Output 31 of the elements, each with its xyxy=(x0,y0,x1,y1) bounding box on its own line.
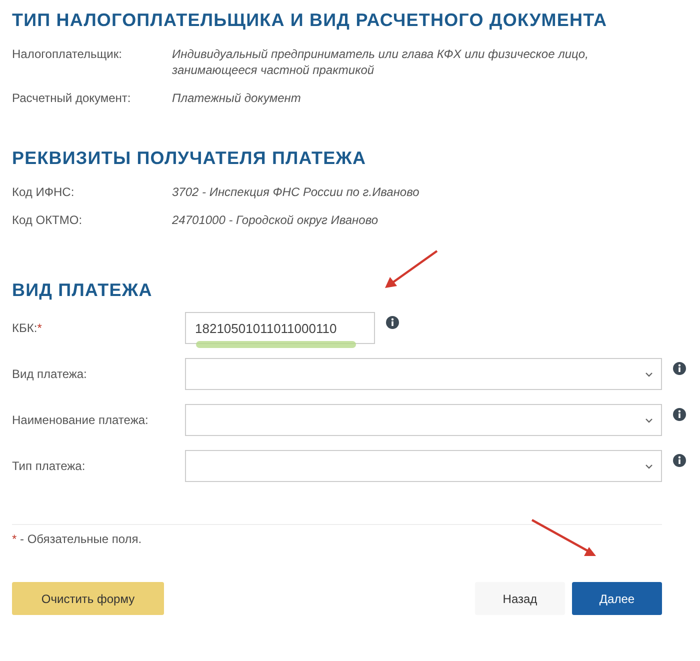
field-value: Платежный документ xyxy=(172,90,302,106)
chevron-down-icon xyxy=(645,464,653,468)
dropdown-field[interactable] xyxy=(185,404,662,436)
back-button[interactable]: Назад xyxy=(475,582,565,615)
dropdown-field[interactable] xyxy=(185,358,662,390)
info-icon[interactable] xyxy=(386,316,399,329)
field-label: Налогоплательщик: xyxy=(12,46,123,63)
info-icon[interactable] xyxy=(673,454,686,467)
arrow-annotation xyxy=(531,519,596,556)
field-label: Код ИФНС: xyxy=(12,184,76,200)
field-label: КБК:* xyxy=(12,320,43,335)
field-value: Индивидуальный предприниматель или глава КФХ или физическое лицо, занимающееся частной практикой xyxy=(172,46,590,78)
arrow-annotation xyxy=(385,250,438,288)
chevron-down-icon xyxy=(645,418,653,422)
required-fields-note: * - Обязательные поля. xyxy=(12,532,143,546)
field-label: Наименование платежа: xyxy=(12,412,150,427)
field-label: Вид платежа: xyxy=(12,366,88,381)
field-value: 3702 - Инспекция ФНС России по г.Иваново xyxy=(172,184,420,200)
section-heading: ВИД ПЛАТЕЖА xyxy=(12,279,152,302)
section-heading: РЕКВИЗИТЫ ПОЛУЧАТЕЛЯ ПЛАТЕЖА xyxy=(12,147,366,170)
field-label: Тип платежа: xyxy=(12,458,86,473)
field-label: Расчетный документ: xyxy=(12,90,132,106)
section-heading: ТИП НАЛОГОПЛАТЕЛЬЩИКА И ВИД РАСЧЕТНОГО ДОКУМЕНТА xyxy=(12,9,608,32)
chevron-down-icon xyxy=(645,372,653,376)
info-icon[interactable] xyxy=(673,408,686,421)
dropdown-field[interactable] xyxy=(185,450,662,482)
field-value: 24701000 - Городской округ Иваново xyxy=(172,212,379,228)
clear-form-button[interactable]: Очистить форму xyxy=(12,582,164,615)
next-button[interactable]: Далее xyxy=(572,582,662,615)
field-label: Код ОКТМО: xyxy=(12,212,84,228)
info-icon[interactable] xyxy=(673,362,686,375)
